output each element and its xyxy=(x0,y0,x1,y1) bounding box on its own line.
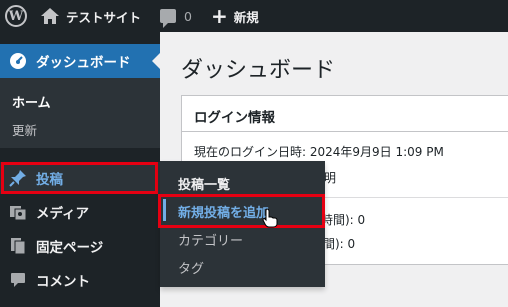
hover-indicator xyxy=(163,199,166,221)
submenu-updates[interactable]: 更新 xyxy=(12,120,37,139)
submenu-add-new-post[interactable]: 新規投稿を追加 xyxy=(178,202,269,221)
new-content-label: 新規 xyxy=(233,9,259,25)
sidebar-item-media[interactable]: メディア xyxy=(0,196,160,228)
posts-flyout-submenu: 投稿一覧 新規投稿を追加 カテゴリー タグ xyxy=(160,161,325,287)
sidebar-item-label: コメント xyxy=(36,274,90,290)
submenu-home[interactable]: ホーム xyxy=(12,92,51,111)
sidebar-item-label: 投稿 xyxy=(36,172,63,188)
wordpress-logo-icon[interactable]: W xyxy=(5,0,27,32)
sidebar-item-comments[interactable]: コメント xyxy=(0,264,160,296)
sidebar-item-label: ダッシュボード xyxy=(36,55,131,71)
sidebar-item-label: 固定ページ xyxy=(36,240,104,256)
dashboard-submenu: ホーム 更新 xyxy=(0,78,160,148)
submenu-all-posts[interactable]: 投稿一覧 xyxy=(178,174,230,193)
hand-pointer-cursor-icon xyxy=(262,208,278,228)
sidebar-item-label: メディア xyxy=(36,206,90,222)
sidebar-item-pages[interactable]: 固定ページ xyxy=(0,230,160,262)
panel-title: ログイン情報 xyxy=(194,110,275,126)
comments-icon xyxy=(0,271,36,289)
comments-link[interactable]: 0 xyxy=(160,0,192,32)
panel-partial-text: 間): 0 xyxy=(323,237,356,251)
login-time-text: 現在のログイン日時: 2024年9月9日 1:09 PM xyxy=(194,145,444,159)
admin-bar: W テストサイト 0 + 新規 xyxy=(0,0,508,32)
panel-partial-text: 時間): 0 xyxy=(321,213,366,227)
panel-header: ログイン情報 xyxy=(182,96,508,132)
pages-icon xyxy=(0,237,36,255)
plus-icon: + xyxy=(211,4,228,28)
site-name-label: テストサイト xyxy=(66,9,142,25)
site-name-link[interactable]: テストサイト xyxy=(40,0,141,32)
wp-logo-mark: W xyxy=(5,5,27,27)
dashboard-gauge-icon xyxy=(0,52,36,70)
submenu-tags[interactable]: タグ xyxy=(178,258,204,277)
sidebar-item-posts[interactable]: 投稿 xyxy=(0,162,160,194)
sidebar-item-dashboard[interactable]: ダッシュボード xyxy=(0,44,160,78)
new-content-menu[interactable]: + 新規 xyxy=(211,0,259,32)
home-icon xyxy=(41,8,59,24)
comment-count: 0 xyxy=(184,8,192,24)
pushpin-icon xyxy=(0,169,36,187)
media-icon xyxy=(0,203,36,221)
submenu-categories[interactable]: カテゴリー xyxy=(178,230,243,249)
comment-bubble-icon xyxy=(160,9,176,28)
admin-menu: ダッシュボード ホーム 更新 投稿 メディア 固定ページ コメント xyxy=(0,32,160,307)
page-title: ダッシュボード xyxy=(181,58,336,83)
